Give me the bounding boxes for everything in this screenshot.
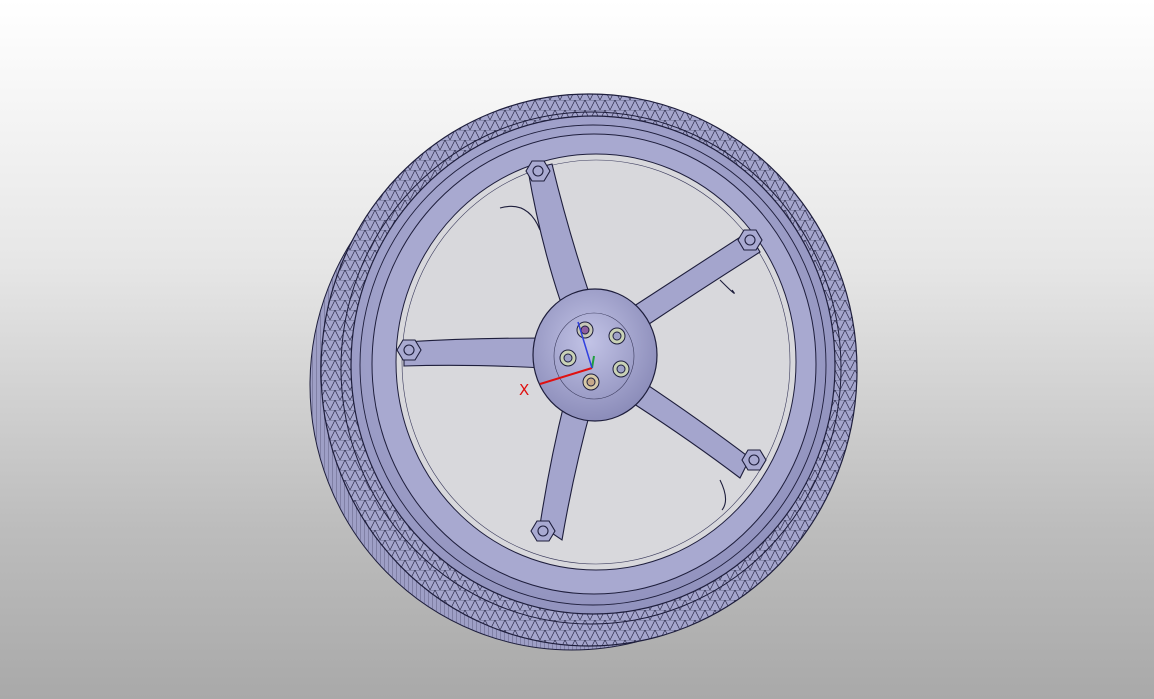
rim-bolt [530,520,556,542]
hub [532,288,658,422]
3d-viewport[interactable]: X [0,0,1154,699]
rim-bolt [525,160,551,182]
rim-bolt [741,449,767,471]
rim-bolt [396,339,422,361]
spoke [403,337,546,369]
x-axis-label: X [519,381,530,399]
rim-bolt [737,229,763,251]
wheel-model[interactable] [0,0,1154,699]
